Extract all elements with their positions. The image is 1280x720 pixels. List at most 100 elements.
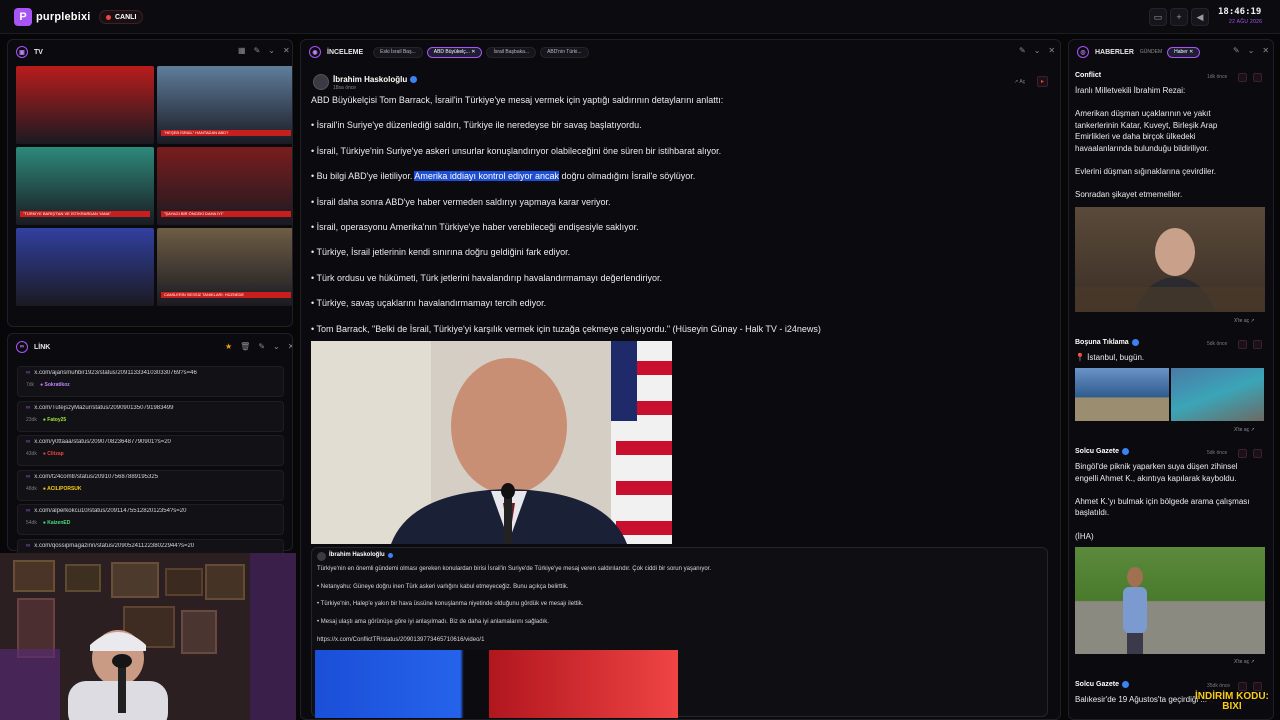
news-chip-label: Haber <box>1174 49 1188 55</box>
link-user[interactable]: ● Clitzap <box>43 451 64 457</box>
inceleme-tab[interactable]: İsrail Başbaka... <box>486 46 537 58</box>
news-photo <box>1123 567 1147 654</box>
chevron-down-icon[interactable]: ⌄ <box>273 342 280 351</box>
link-url[interactable]: ∞ x.com/TutejszyMazur/status/209090135079… <box>26 405 275 411</box>
quote-author[interactable]: İbrahim Haskoloğlu <box>329 552 393 558</box>
trash-icon[interactable]: 🗑 <box>240 342 250 351</box>
news-image-istanbul-2[interactable] <box>1171 368 1264 421</box>
close-icon[interactable]: ✕ <box>283 46 290 55</box>
inceleme-tab[interactable]: Eski İsrail Baş... <box>373 46 423 58</box>
close-icon[interactable]: ✕ <box>1262 46 1269 55</box>
news-image-bingol[interactable] <box>1075 547 1265 654</box>
open-post-link[interactable]: ↗ Aç <box>1014 79 1025 85</box>
save-icon[interactable] <box>1253 340 1262 349</box>
inceleme-tab[interactable]: ABD Büyükelç... ✕ <box>426 46 483 58</box>
link-item[interactable]: ∞ x.com/TutejszyMazur/status/209090135079… <box>17 400 284 432</box>
quoted-post[interactable]: İbrahim Haskoloğlu Türkiye'nin en önemli… <box>311 547 1048 718</box>
post-author[interactable]: İbrahim Haskoloğlu <box>333 75 418 84</box>
tv-tile[interactable] <box>16 66 154 144</box>
news-line: Amerikan düşman uçaklarının ve yakıt <box>1075 109 1211 119</box>
close-icon[interactable]: ✕ <box>1048 46 1055 55</box>
tv-tile-caption: "ŞAYAGI BİR ÖNCEKİ DAHA İYİ" <box>161 211 291 217</box>
link-url[interactable]: ∞ x.com/alperkokcu10/status/2091147551282… <box>26 508 275 514</box>
link-url[interactable]: ∞ x.com/y0ttaaa/status/209070823648779090… <box>26 439 275 445</box>
link-meta: 48dk ● ACILIPORSUK <box>26 486 275 492</box>
star-icon[interactable]: ★ <box>225 342 232 351</box>
close-tab-icon[interactable]: ✕ <box>471 49 475 55</box>
link-item[interactable]: ∞ x.com/ajansmuhbir1923/status/2091133341… <box>17 366 284 397</box>
tv-tile[interactable]: "TÜRKİYE BARIŞ'TAN VE İSTİKRARDAN YANA" <box>16 147 154 225</box>
link-user[interactable]: ● Sokratikoz <box>40 382 70 388</box>
close-icon[interactable]: ✕ <box>288 342 292 351</box>
post-paragraph: • Türkiye, savaş uçaklarını havalandırma… <box>311 298 546 308</box>
link-url-text: x.com/y0ttaaa/status/2090708236487790901… <box>34 439 171 445</box>
news-image-parliament[interactable] <box>1075 207 1265 312</box>
tv-panel: ▣ TV ▦ ✎ ⌄ ✕ "HEŞEB İSRAİL" HANTADAN ABD? "T… <box>7 39 293 327</box>
verified-icon <box>1121 448 1129 455</box>
avatar[interactable] <box>313 74 329 90</box>
tv-tile[interactable]: "ŞAYAGI BİR ÖNCEKİ DAHA İYİ" <box>157 147 292 225</box>
open-on-x-link[interactable]: X'te aç ↗ <box>1234 427 1255 433</box>
news-source[interactable]: Boşuna Tıklama <box>1075 339 1139 346</box>
link-meta: 23dk ● Fatoy25 <box>26 417 275 423</box>
bell-icon[interactable] <box>1238 682 1247 691</box>
paragraph-text: • Türkiye, İsrail jetlerinin kendi sınır… <box>311 247 571 258</box>
chevron-down-icon[interactable]: ⌄ <box>1034 46 1041 55</box>
link-url[interactable]: ∞ x.com/ajansmuhbir1923/status/2091133341… <box>26 370 275 376</box>
link-item[interactable]: ∞ x.com/y0ttaaa/status/209070823648779090… <box>17 435 284 466</box>
news-source[interactable]: Solcu Gazete <box>1075 448 1129 455</box>
grid-icon[interactable]: ▦ <box>238 46 246 55</box>
news-line <box>1075 178 1260 190</box>
edit-icon[interactable]: ✎ <box>254 46 261 55</box>
open-on-x-link[interactable]: X'te aç ↗ <box>1234 318 1255 324</box>
chevron-down-icon[interactable]: ⌄ <box>1248 46 1255 55</box>
volume-icon[interactable]: ◀ <box>1191 8 1209 26</box>
bell-icon[interactable] <box>1238 73 1247 82</box>
paragraph-text: • İsrail daha sonra ABD'ye haber vermede… <box>311 196 611 207</box>
news-line: Evlerini düşman sığınaklarına çevirdiler… <box>1075 167 1216 177</box>
article-photo <box>311 341 672 544</box>
link-item[interactable]: ∞ x.com/t24comtr/status/20910756878891953… <box>17 469 284 501</box>
link-item[interactable]: ∞ x.com/alperkokcu10/status/2091147551282… <box>17 504 284 535</box>
news-source[interactable]: Conflict <box>1075 72 1101 79</box>
news-image-istanbul-1[interactable] <box>1075 368 1169 421</box>
open-on-x-link[interactable]: X'te aç ↗ <box>1234 659 1255 665</box>
inceleme-tab[interactable]: ABD'nin Türki... <box>540 46 589 58</box>
save-icon[interactable] <box>1253 449 1262 458</box>
window-icon[interactable]: ▭ <box>1149 8 1167 26</box>
edit-icon[interactable]: ✎ <box>1233 46 1240 55</box>
news-filter-gundem[interactable]: GÜNDEM <box>1140 49 1162 55</box>
save-icon[interactable] <box>1253 682 1262 691</box>
bell-icon[interactable] <box>1238 449 1247 458</box>
tv-tile[interactable]: "HEŞEB İSRAİL" HANTADAN ABD? <box>157 66 292 144</box>
link-url[interactable]: ∞ x.com/qossipmagazinn/status/20905241122… <box>26 543 275 549</box>
tv-panel-controls: ▦ ✎ ⌄ ✕ <box>238 46 290 55</box>
link-user[interactable]: ● ACILIPORSUK <box>43 486 82 492</box>
paragraph-text: • Türk ordusu ve hükümeti, Türk jetlerin… <box>311 272 662 283</box>
chevron-down-icon[interactable]: ⌄ <box>268 46 275 55</box>
save-icon[interactable]: ▸ <box>1037 76 1048 87</box>
logo-icon[interactable]: P <box>14 8 32 26</box>
link-user[interactable]: ● KaizenED <box>43 520 70 526</box>
verified-icon <box>410 76 418 83</box>
news-chip-haber[interactable]: Haber ✕ <box>1167 46 1201 58</box>
plus-icon[interactable]: + <box>1170 8 1188 26</box>
highlighted-text[interactable]: Amerika iddiayı kontrol ediyor ancak <box>414 171 559 182</box>
quote-video-link[interactable]: https://x.com/ConflictTR/status/20901397… <box>317 637 484 643</box>
tv-tile[interactable]: CAMİLERİN SESSİZ TANIKLARI: HÜZNEDE <box>157 228 292 306</box>
article-image[interactable] <box>311 341 672 544</box>
inceleme-panel-controls: ✎ ⌄ ✕ <box>1019 46 1055 55</box>
news-source[interactable]: Solcu Gazete <box>1075 681 1129 688</box>
link-user[interactable]: ● Fatoy25 <box>43 417 66 423</box>
link-icon: ∞ <box>16 341 28 353</box>
tv-tile[interactable] <box>16 228 154 306</box>
post-paragraph: ABD Büyükelçisi Tom Barrack, İsrail'in T… <box>311 95 723 105</box>
news-body: 📍 İstanbul, bugün. <box>1075 352 1260 364</box>
bell-icon[interactable] <box>1238 340 1247 349</box>
edit-icon[interactable]: ✎ <box>1019 46 1026 55</box>
quote-video-thumbnail[interactable] <box>315 650 678 718</box>
link-url[interactable]: ∞ x.com/t24comtr/status/20910756878891953… <box>26 474 275 480</box>
inceleme-panel-title: İNCELEME <box>327 48 364 56</box>
save-icon[interactable] <box>1253 73 1262 82</box>
edit-icon[interactable]: ✎ <box>258 342 265 351</box>
